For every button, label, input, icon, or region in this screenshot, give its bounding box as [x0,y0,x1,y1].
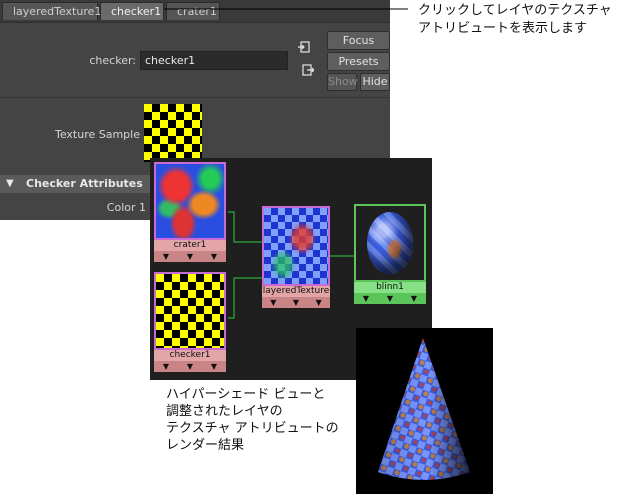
blinn1-sphere [367,212,413,274]
callout-text: クリックしてレイヤのテクスチャ アトリビュートを表示します [418,3,612,36]
layered-texture-swatch [262,206,330,286]
layered-texture-ports[interactable]: ▼ ▼ ▼ [262,297,330,308]
rendered-cone [378,338,470,480]
layered-texture-node[interactable]: layeredTexture ▼ ▼ ▼ [262,206,330,308]
checker1-label: checker1 [154,350,226,361]
layered-texture-label: layeredTexture [262,286,330,297]
blinn1-label: blinn1 [354,282,426,293]
crater1-ports[interactable]: ▼ ▼ ▼ [154,251,226,262]
caption-text: ハイパーシェード ビューと 調整されたレイヤの テクスチャ アトリビュートの レ… [166,387,339,453]
blinn1-ports[interactable]: ▼ ▼ ▼ [354,293,426,304]
checker1-swatch [154,272,226,350]
blinn1-node[interactable]: blinn1 ▼ ▼ ▼ [354,204,426,304]
crater1-swatch [154,162,226,240]
crater1-node[interactable]: crater1 ▼ ▼ ▼ [154,162,226,262]
blinn1-swatch-frame [354,204,426,282]
checker1-node[interactable]: checker1 ▼ ▼ ▼ [154,272,226,372]
checker1-ports[interactable]: ▼ ▼ ▼ [154,361,226,372]
crater1-label: crater1 [154,240,226,251]
render-view [356,328,493,494]
